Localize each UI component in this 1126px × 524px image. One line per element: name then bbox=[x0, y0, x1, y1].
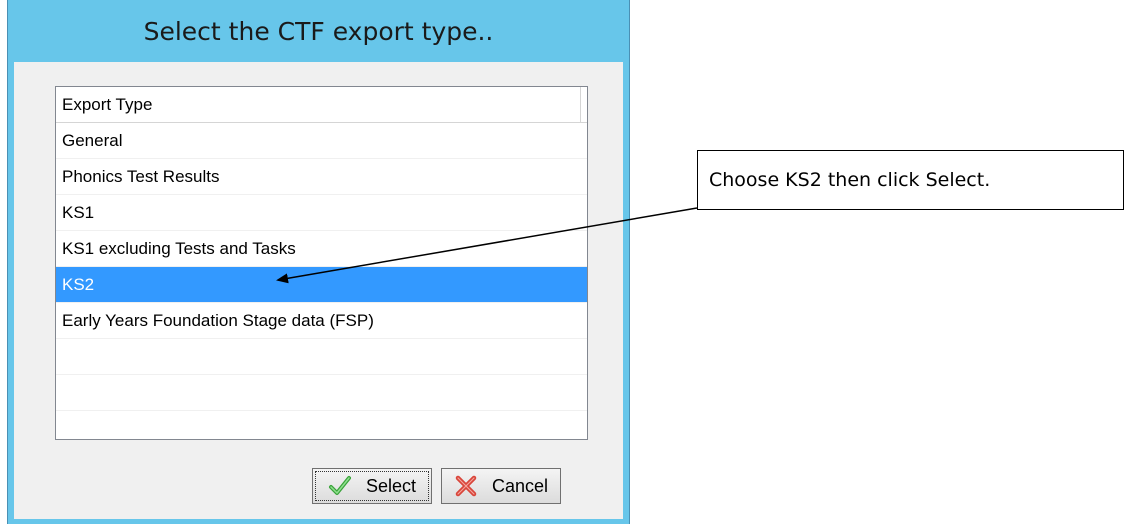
list-item[interactable]: Early Years Foundation Stage data (FSP) bbox=[56, 303, 587, 339]
cancel-button-label: Cancel bbox=[491, 475, 549, 496]
list-item-label: Phonics Test Results bbox=[62, 166, 220, 186]
dialog-client-area: Export Type General Phonics Test Results K… bbox=[14, 62, 623, 519]
list-item-label: KS1 bbox=[62, 202, 95, 222]
callout-text: Choose KS2 then click Select. bbox=[709, 169, 991, 191]
dialog-title-bar[interactable]: Select the CTF export type.. bbox=[8, 0, 629, 62]
column-header-export-type[interactable]: Export Type bbox=[56, 87, 581, 122]
cancel-button[interactable]: Cancel bbox=[441, 468, 561, 504]
list-item[interactable]: KS1 bbox=[56, 195, 587, 231]
list-item-label: KS1 excluding Tests and Tasks bbox=[62, 238, 296, 258]
list-item[interactable] bbox=[56, 339, 587, 375]
list-item[interactable]: KS2 bbox=[56, 267, 587, 303]
select-button-label: Select bbox=[365, 475, 417, 496]
list-header: Export Type bbox=[56, 87, 587, 123]
export-type-list[interactable]: Export Type General Phonics Test Results K… bbox=[55, 86, 588, 440]
list-item-label: Early Years Foundation Stage data (FSP) bbox=[62, 310, 374, 330]
select-button[interactable]: Select bbox=[312, 468, 432, 504]
red-x-icon bbox=[454, 474, 478, 498]
dialog-title: Select the CTF export type.. bbox=[143, 16, 494, 46]
export-type-dialog: Select the CTF export type.. Export Type… bbox=[7, 0, 630, 524]
list-item-label: General bbox=[62, 130, 123, 150]
list-item[interactable] bbox=[56, 375, 587, 411]
list-item[interactable] bbox=[56, 411, 587, 439]
list-item[interactable]: General bbox=[56, 123, 587, 159]
list-item-label: KS2 bbox=[62, 274, 95, 294]
instruction-callout: Choose KS2 then click Select. bbox=[697, 150, 1124, 210]
list-rows: General Phonics Test Results KS1 KS1 exclud… bbox=[56, 123, 587, 439]
green-checkmark-icon bbox=[328, 474, 352, 498]
list-item[interactable]: KS1 excluding Tests and Tasks bbox=[56, 231, 587, 267]
list-item[interactable]: Phonics Test Results bbox=[56, 159, 587, 195]
